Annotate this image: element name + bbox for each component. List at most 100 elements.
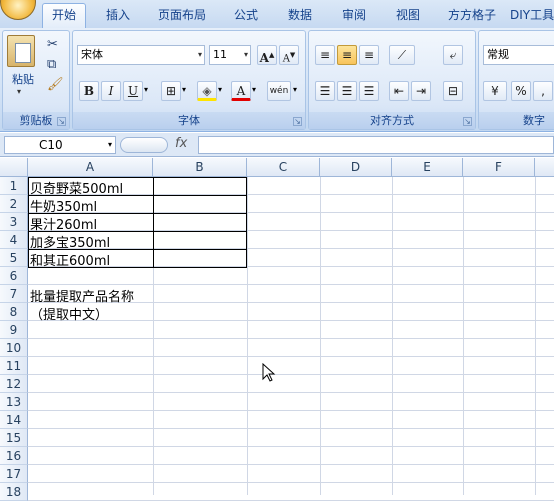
tab-home[interactable]: 开始 (42, 3, 86, 28)
gridline (28, 464, 554, 465)
tab-review[interactable]: 审阅 (332, 6, 376, 28)
cell-a5[interactable]: 和其正600ml (30, 250, 110, 269)
tab-fangfang[interactable]: 方方格子 (440, 6, 504, 28)
row-header[interactable]: 10 (0, 339, 28, 357)
cell-a2[interactable]: 牛奶350ml (30, 196, 97, 215)
underline-button[interactable]: U (123, 81, 143, 101)
italic-button[interactable]: I (101, 81, 121, 101)
comma-style-button[interactable]: , (533, 81, 553, 101)
row-header[interactable]: 14 (0, 411, 28, 429)
chevron-down-icon[interactable]: ▾ (218, 85, 222, 94)
name-box-value: C10 (39, 138, 63, 152)
row-header[interactable]: 5 (0, 249, 28, 267)
chevron-down-icon[interactable]: ▾ (182, 85, 186, 94)
decrease-indent-button[interactable]: ⇤ (389, 81, 409, 101)
grow-font-button[interactable]: A▲ (257, 45, 277, 65)
copy-icon[interactable]: ⧉ (47, 57, 56, 72)
merge-center-button[interactable]: ⊟ (443, 81, 463, 101)
align-bottom-button[interactable]: ≡ (359, 45, 379, 65)
currency-icon: ¥ (491, 84, 499, 98)
table-border (246, 177, 247, 268)
chevron-down-icon[interactable]: ▾ (144, 85, 148, 94)
cut-icon[interactable]: ✂ (47, 37, 58, 52)
accounting-format-button[interactable]: ¥ (483, 81, 507, 101)
number-format-combo[interactable]: 常规 (483, 45, 554, 65)
gridline (28, 482, 554, 483)
number-group-label: 数字 (479, 112, 554, 129)
row-header[interactable]: 18 (0, 483, 28, 501)
font-group-label: 字体 (73, 112, 305, 129)
align-top-button[interactable]: ≡ (315, 45, 335, 65)
row-header[interactable]: 8 (0, 303, 28, 321)
shrink-font-button[interactable]: A▼ (279, 45, 299, 65)
chevron-down-icon[interactable]: ▾ (252, 85, 256, 94)
font-name-combo[interactable]: 宋体 ▾ (77, 45, 205, 65)
tab-data[interactable]: 数据 (278, 6, 322, 28)
wrap-text-button[interactable]: ⤶ (443, 45, 463, 65)
cell-a3[interactable]: 果汁260ml (30, 214, 97, 233)
number-group: 常规 ¥ % , 数字 (478, 30, 554, 130)
row-header[interactable]: 17 (0, 465, 28, 483)
percent-style-button[interactable]: % (511, 81, 531, 101)
fill-color-button[interactable]: ◈ (197, 81, 217, 101)
clipboard-group: 粘贴 ▾ ✂ ⧉ 🖌 剪贴板 ↘ (2, 30, 70, 130)
row-header[interactable]: 12 (0, 375, 28, 393)
tab-insert[interactable]: 插入 (96, 6, 140, 28)
clipboard-launcher-icon[interactable]: ↘ (57, 117, 66, 126)
align-middle-button[interactable]: ≡ (337, 45, 357, 65)
align-right-icon: ☰ (363, 84, 375, 98)
name-box[interactable]: C10 ▾ (4, 136, 116, 154)
paste-icon[interactable] (7, 35, 35, 67)
formula-input[interactable] (198, 136, 554, 154)
row-header[interactable]: 1 (0, 177, 28, 195)
format-painter-icon[interactable]: 🖌 (47, 77, 64, 92)
row-header[interactable]: 11 (0, 357, 28, 375)
font-size-combo[interactable]: 11 ▾ (209, 45, 251, 65)
gridline (28, 338, 554, 339)
tab-view[interactable]: 视图 (386, 6, 430, 28)
ribbon: 粘贴 ▾ ✂ ⧉ 🖌 剪贴板 ↘ 宋体 ▾ 11 ▾ A▲ A▼ B I U ▾ ⊞… (0, 28, 554, 132)
gridline (28, 446, 554, 447)
bold-button[interactable]: B (79, 81, 99, 101)
worksheet-grid[interactable]: A B C D E F 1 2 3 4 5 6 7 8 9 10 11 12 13 14 15 16 17 18 … (0, 158, 554, 501)
row-header[interactable]: 3 (0, 213, 28, 231)
row-header[interactable]: 16 (0, 447, 28, 465)
chevron-down-icon[interactable]: ▾ (293, 85, 297, 94)
insert-function-icon[interactable]: fx (175, 136, 187, 151)
row-header[interactable]: 15 (0, 429, 28, 447)
row-header[interactable]: 9 (0, 321, 28, 339)
row-header[interactable]: 2 (0, 195, 28, 213)
alignment-group-label: 对齐方式 (309, 112, 475, 129)
row-header[interactable]: 4 (0, 231, 28, 249)
wrap-text-icon: ⤶ (449, 48, 457, 62)
formula-bar-splitter[interactable] (120, 137, 168, 153)
alignment-launcher-icon[interactable]: ↘ (463, 117, 472, 126)
row-header[interactable]: 13 (0, 393, 28, 411)
cell-a7[interactable]: 批量提取产品名称 (30, 286, 134, 305)
chevron-down-icon[interactable]: ▾ (198, 46, 202, 64)
chevron-down-icon[interactable]: ▾ (108, 137, 112, 153)
tab-formulas[interactable]: 公式 (224, 6, 268, 28)
font-color-button[interactable]: A (231, 81, 251, 101)
align-center-button[interactable]: ☰ (337, 81, 357, 101)
office-button[interactable] (0, 0, 36, 20)
orientation-button[interactable]: ⟋ (389, 45, 415, 65)
cell-a8[interactable]: （提取中文） (30, 304, 108, 323)
tab-page-layout[interactable]: 页面布局 (150, 6, 214, 28)
borders-button[interactable]: ⊞ (161, 81, 181, 101)
phonetic-button[interactable]: wén (267, 81, 291, 101)
row-header[interactable]: 7 (0, 285, 28, 303)
mouse-cursor-icon (262, 363, 276, 382)
paste-dropdown-icon[interactable]: ▾ (17, 87, 21, 96)
cell-a4[interactable]: 加多宝350ml (30, 232, 110, 251)
font-group: 宋体 ▾ 11 ▾ A▲ A▼ B I U ▾ ⊞ ▾ ◈ ▾ A ▾ wén ▾ … (72, 30, 306, 130)
align-left-button[interactable]: ☰ (315, 81, 335, 101)
increase-indent-button[interactable]: ⇥ (411, 81, 431, 101)
chevron-down-icon[interactable]: ▾ (244, 46, 248, 64)
cell-a1[interactable]: 贝奇野菜500ml (30, 178, 123, 197)
row-header[interactable]: 6 (0, 267, 28, 285)
align-right-button[interactable]: ☰ (359, 81, 379, 101)
tab-diy-toolbox[interactable]: DIY工具箱 (510, 6, 554, 28)
font-launcher-icon[interactable]: ↘ (293, 117, 302, 126)
paste-label[interactable]: 粘贴 (7, 71, 39, 87)
